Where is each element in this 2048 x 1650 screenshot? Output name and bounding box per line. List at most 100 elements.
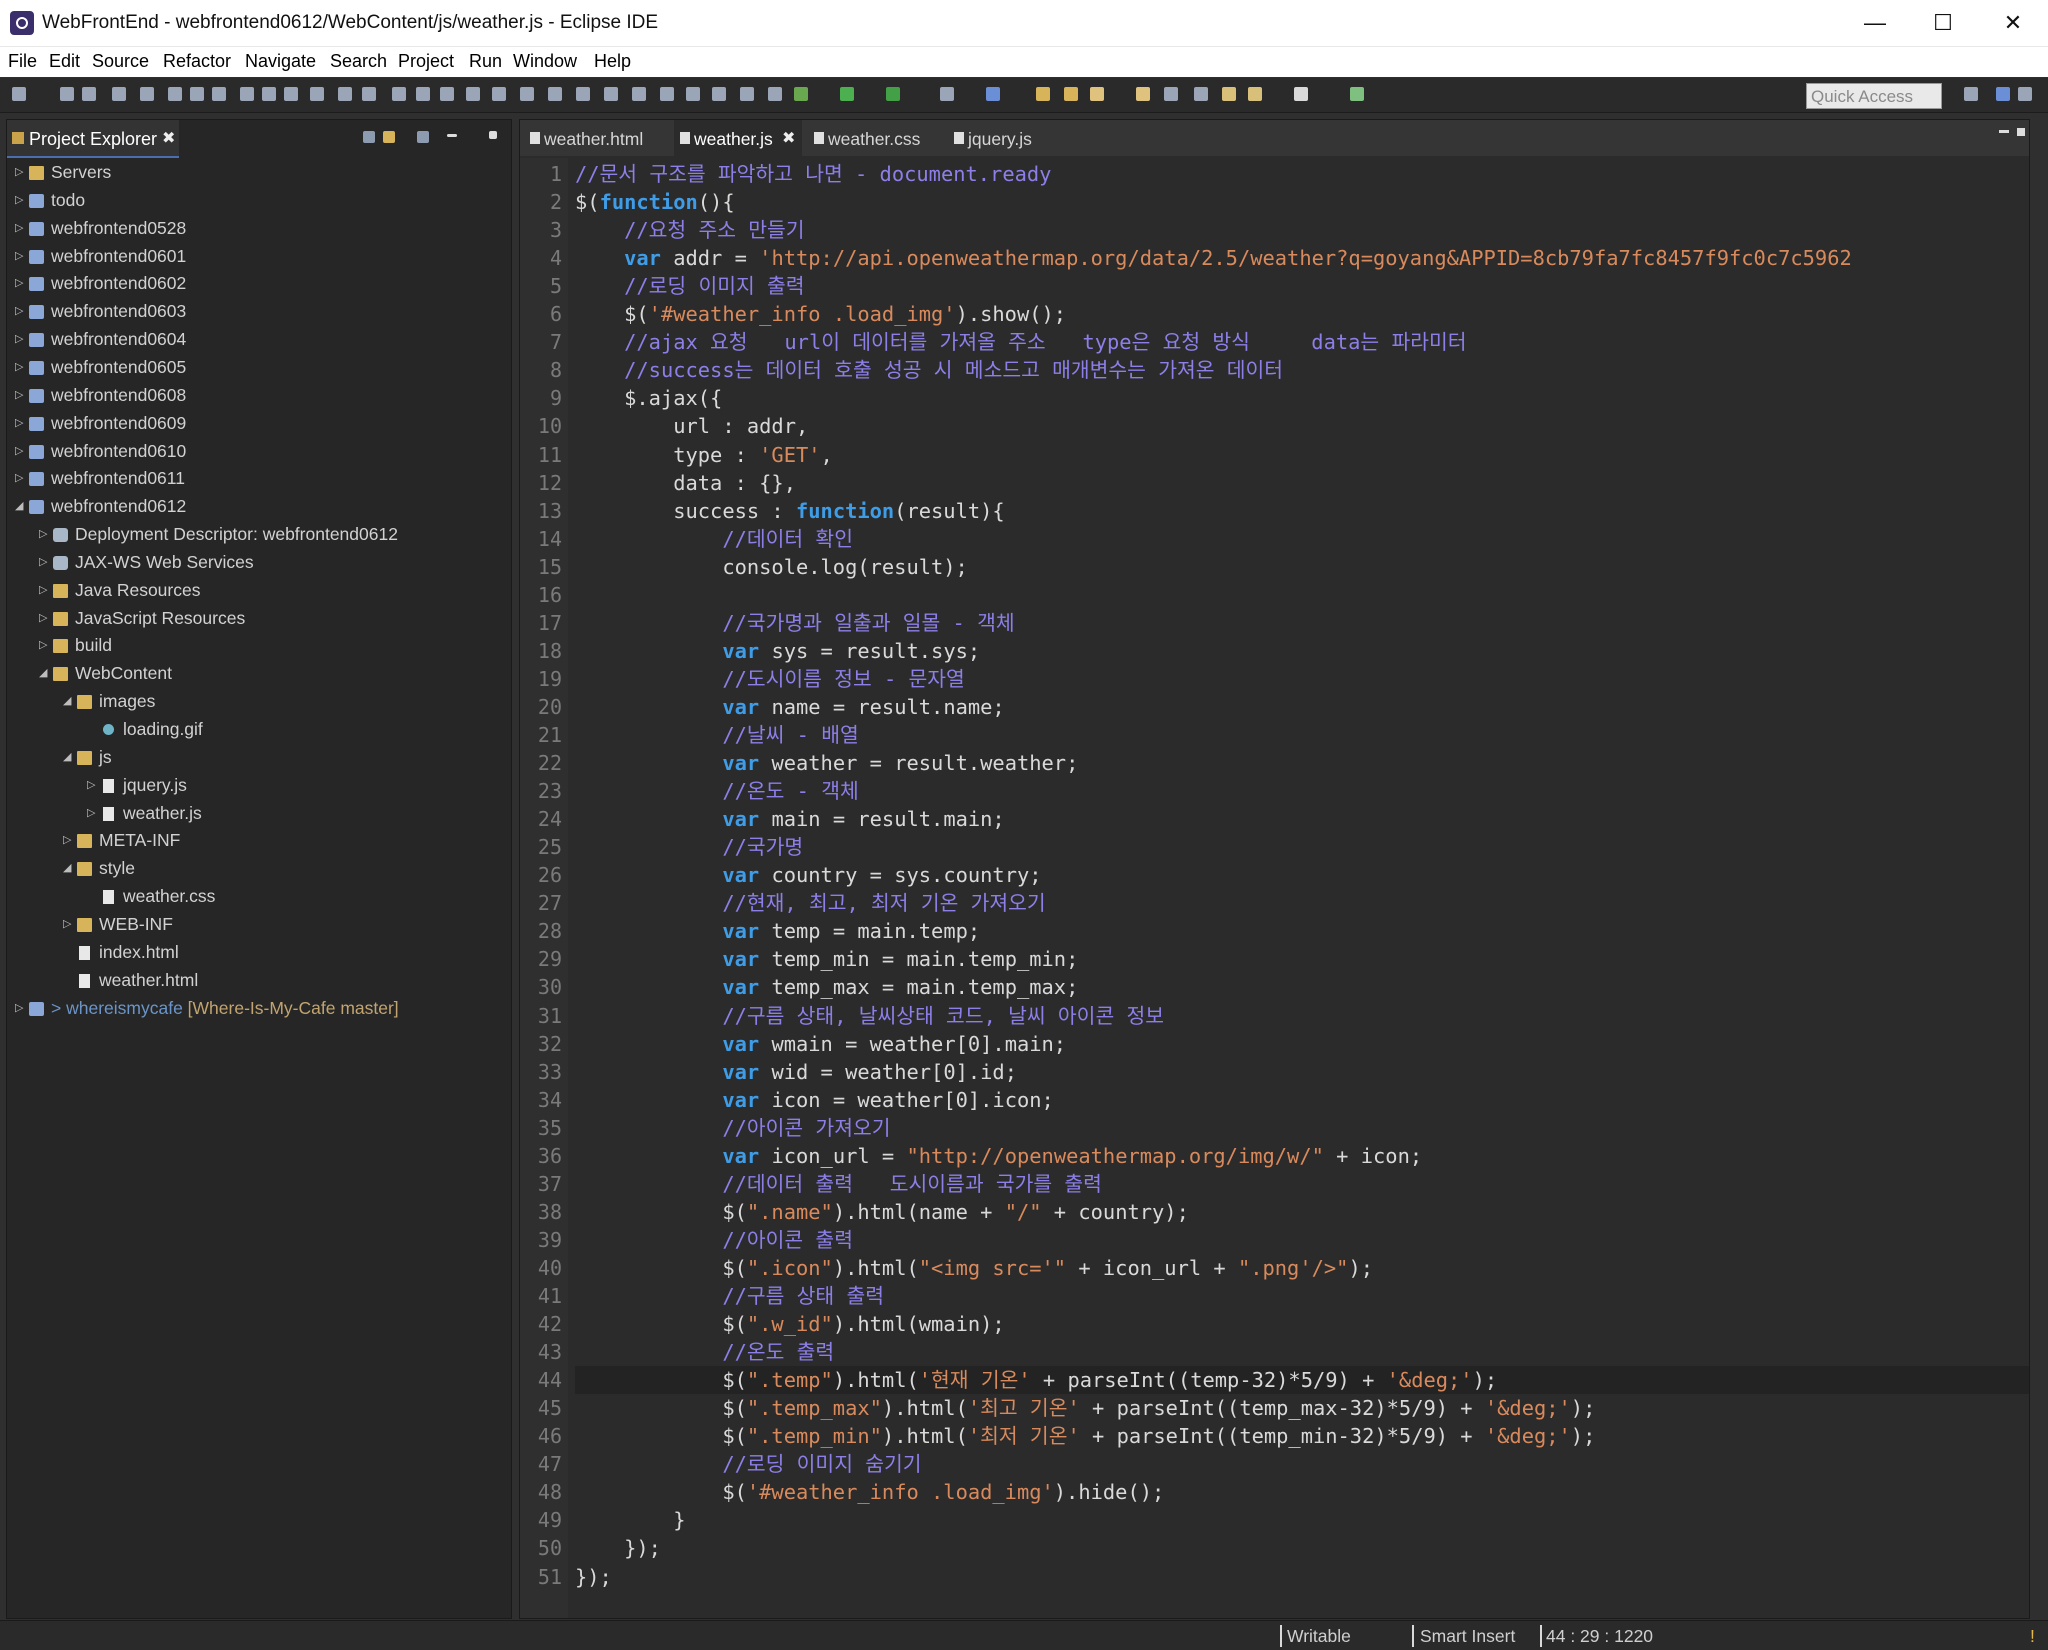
menu-source[interactable]: Source <box>92 51 149 72</box>
menu-edit[interactable]: Edit <box>49 51 80 72</box>
tab-weather-js[interactable]: weather.js ✖ <box>674 120 802 156</box>
menu-run[interactable]: Run <box>469 51 502 72</box>
suspend-icon[interactable] <box>190 87 204 101</box>
maximize-icon[interactable] <box>2017 128 2025 136</box>
new-junit-icon[interactable] <box>712 87 726 101</box>
collapsed-arrow-icon[interactable]: ▷ <box>15 165 23 178</box>
menu-project[interactable]: Project <box>398 51 454 72</box>
drop-to-frame-icon[interactable] <box>310 87 324 101</box>
menu-help[interactable]: Help <box>594 51 631 72</box>
collapsed-arrow-icon[interactable]: ▷ <box>39 527 47 540</box>
close-button[interactable]: ✕ <box>1978 0 2048 46</box>
new-class-icon[interactable] <box>604 87 618 101</box>
collapsed-arrow-icon[interactable]: ▷ <box>15 304 23 317</box>
servers-icon[interactable] <box>392 87 406 101</box>
code-text-area[interactable]: //문서 구조를 파악하고 나면 - document.ready $(funct… <box>575 158 2029 1618</box>
new-enum-icon[interactable] <box>660 87 674 101</box>
maximize-button[interactable]: ☐ <box>1908 0 1978 46</box>
collapsed-arrow-icon[interactable]: ▷ <box>39 611 47 624</box>
new-server-icon[interactable] <box>362 87 376 101</box>
collapsed-arrow-icon[interactable]: ▷ <box>15 388 23 401</box>
skip-breakpoints-icon[interactable] <box>140 87 154 101</box>
new-interface-icon[interactable] <box>632 87 646 101</box>
back-icon[interactable] <box>1248 87 1262 101</box>
collapsed-arrow-icon[interactable]: ▷ <box>15 221 23 234</box>
menu-window[interactable]: Window <box>513 51 577 72</box>
collapsed-arrow-icon[interactable]: ▷ <box>15 276 23 289</box>
terminate-icon[interactable] <box>212 87 226 101</box>
new-icon[interactable] <box>12 87 26 101</box>
minimize-icon[interactable] <box>447 134 457 137</box>
view-menu-icon[interactable] <box>417 131 429 143</box>
collapsed-arrow-icon[interactable]: ▷ <box>39 583 47 596</box>
java-ee-perspective-icon[interactable] <box>1996 87 2010 101</box>
show-whitespace-icon[interactable] <box>1164 87 1178 101</box>
menu-file[interactable]: File <box>8 51 37 72</box>
save-icon[interactable] <box>60 87 74 101</box>
maximize-icon[interactable] <box>489 131 497 139</box>
minimize-button[interactable]: — <box>1840 0 1910 46</box>
collapsed-arrow-icon[interactable]: ▷ <box>15 471 23 484</box>
collapsed-arrow-icon[interactable]: ▷ <box>15 444 23 457</box>
new-filter-icon[interactable] <box>520 87 534 101</box>
collapsed-arrow-icon[interactable]: ▷ <box>39 555 47 568</box>
collapsed-arrow-icon[interactable]: ▷ <box>15 360 23 373</box>
new-wizard-icon[interactable] <box>940 87 954 101</box>
expanded-arrow-icon[interactable]: ◢ <box>15 499 23 512</box>
step-over-icon[interactable] <box>262 87 276 101</box>
tab-jquery-js[interactable]: jquery.js <box>948 120 1048 156</box>
expanded-arrow-icon[interactable]: ◢ <box>63 750 71 763</box>
new-servlet-icon[interactable] <box>492 87 506 101</box>
deploy-icon[interactable] <box>440 87 454 101</box>
collapsed-arrow-icon[interactable]: ▷ <box>39 638 47 651</box>
new-web-project-icon[interactable] <box>466 87 480 101</box>
open-type-icon[interactable] <box>338 87 352 101</box>
collapsed-arrow-icon[interactable]: ▷ <box>15 249 23 262</box>
new-annotation-icon[interactable] <box>686 87 700 101</box>
toggle-mark-icon[interactable] <box>1194 87 1208 101</box>
tab-weather-css[interactable]: weather.css <box>808 120 928 156</box>
open-perspective-icon[interactable] <box>1964 87 1978 101</box>
menu-refactor[interactable]: Refactor <box>163 51 231 72</box>
collapsed-arrow-icon[interactable]: ▷ <box>63 833 71 846</box>
menu-search[interactable]: Search <box>330 51 387 72</box>
open-console-icon[interactable] <box>112 87 126 101</box>
debug-icon[interactable] <box>794 87 808 101</box>
close-icon[interactable]: ✖ <box>162 128 175 148</box>
collapsed-arrow-icon[interactable]: ▷ <box>15 332 23 345</box>
collapsed-arrow-icon[interactable]: ▷ <box>15 416 23 429</box>
new-package-icon[interactable] <box>576 87 590 101</box>
step-return-icon[interactable] <box>284 87 298 101</box>
external-tools-icon[interactable] <box>886 87 900 101</box>
pen-icon[interactable] <box>1090 87 1104 101</box>
tab-weather-html[interactable]: weather.html <box>524 120 650 156</box>
notification-icon[interactable]: ! <box>2030 1626 2035 1647</box>
forward-icon[interactable] <box>1294 87 1308 101</box>
new-source-folder-icon[interactable] <box>740 87 754 101</box>
open-web-browser-icon[interactable] <box>986 87 1000 101</box>
close-icon[interactable]: ✖ <box>782 128 795 148</box>
link-with-editor-icon[interactable] <box>383 131 395 143</box>
last-edit-icon[interactable] <box>1222 87 1236 101</box>
debug-perspective-icon[interactable] <box>2018 87 2032 101</box>
collapsed-arrow-icon[interactable]: ▷ <box>87 778 95 791</box>
new-java-project-icon[interactable] <box>768 87 782 101</box>
collapsed-arrow-icon[interactable]: ▷ <box>63 917 71 930</box>
quick-access-input[interactable]: Quick Access <box>1806 83 1942 109</box>
open-folder-icon[interactable] <box>1036 87 1050 101</box>
run-icon[interactable] <box>840 87 854 101</box>
open-file-icon[interactable] <box>1064 87 1078 101</box>
highlight-icon[interactable] <box>1136 87 1150 101</box>
expanded-arrow-icon[interactable]: ◢ <box>39 666 47 679</box>
minimize-icon[interactable] <box>1999 130 2009 133</box>
expanded-arrow-icon[interactable]: ◢ <box>63 861 71 874</box>
collapsed-arrow-icon[interactable]: ▷ <box>15 193 23 206</box>
new-listener-icon[interactable] <box>548 87 562 101</box>
collapse-all-icon[interactable] <box>363 131 375 143</box>
expanded-arrow-icon[interactable]: ◢ <box>63 694 71 707</box>
save-all-icon[interactable] <box>82 87 96 101</box>
terminal-icon[interactable] <box>1350 87 1364 101</box>
step-into-icon[interactable] <box>240 87 254 101</box>
tab-project-explorer[interactable]: Project Explorer ✖ <box>7 120 179 158</box>
publish-icon[interactable] <box>416 87 430 101</box>
